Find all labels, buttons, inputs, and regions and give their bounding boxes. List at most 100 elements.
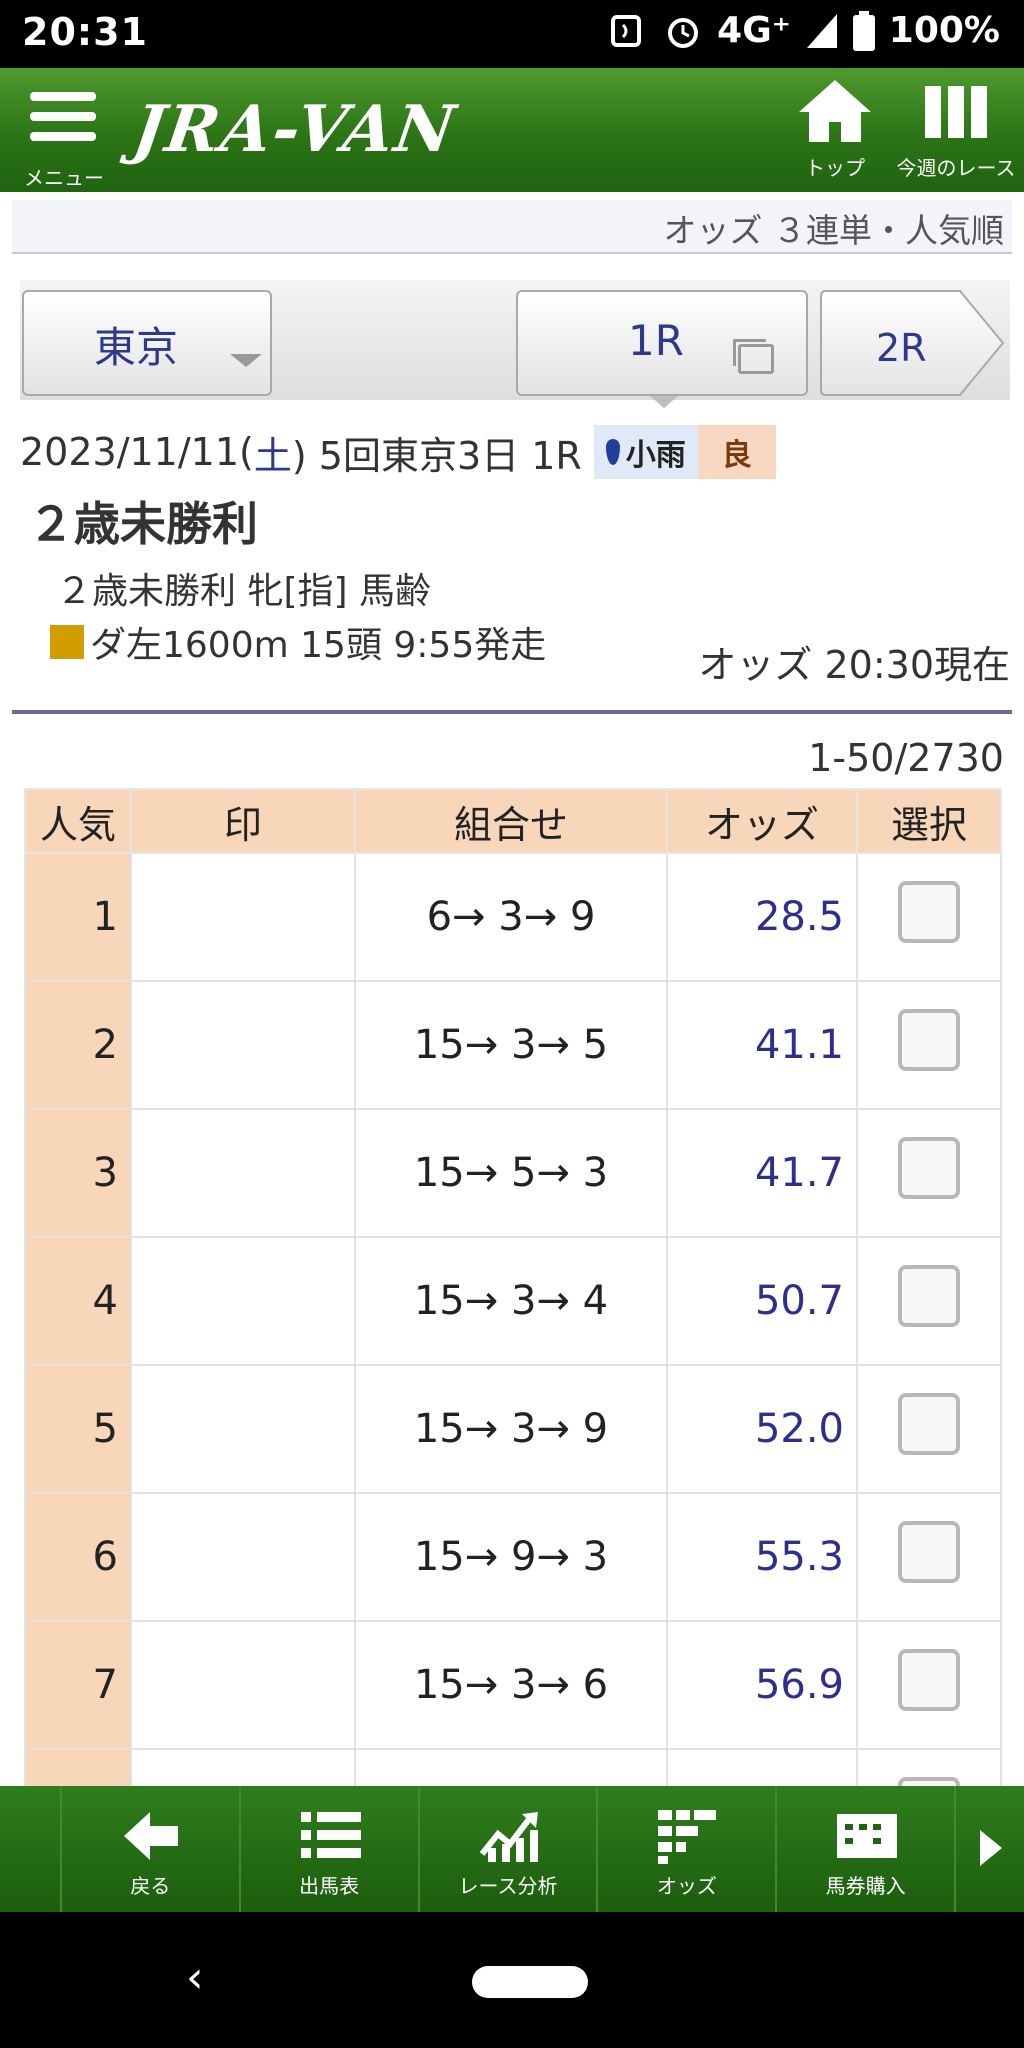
signal-icon — [806, 13, 837, 48]
results-range: 1-50/2730 — [808, 736, 1004, 780]
rank-cell: 4 — [24, 1236, 132, 1366]
mark-cell[interactable] — [130, 852, 356, 982]
mark-cell[interactable] — [130, 1620, 356, 1750]
mark-cell[interactable] — [130, 980, 356, 1110]
mark-cell[interactable] — [130, 1108, 356, 1238]
page-subtitle: オッズ ３連単・人気順 — [663, 211, 1005, 250]
header-combination[interactable]: 組合せ — [354, 788, 668, 854]
race-weekday: 土 — [253, 433, 292, 478]
current-pointer-icon — [650, 396, 678, 408]
grid-icon — [658, 1810, 717, 1864]
nav-back-label: 戻る — [130, 1874, 171, 1898]
surface-color-marker — [50, 625, 84, 659]
header-odds[interactable]: オッズ — [666, 788, 858, 854]
nav-odds[interactable]: オッズ — [598, 1786, 778, 1912]
window-icon — [733, 339, 774, 374]
select-checkbox[interactable] — [898, 1137, 960, 1199]
mark-cell[interactable] — [130, 1364, 356, 1494]
combination-cell: 6→ 3→ 9 — [354, 852, 668, 982]
venue-select[interactable]: 東京 — [22, 290, 272, 396]
current-race-label: 1R — [628, 316, 684, 365]
battery-icon — [852, 10, 875, 51]
table-row[interactable]: 4 15→ 3→ 4 50.7 — [24, 1236, 1002, 1366]
rank-cell: 7 — [24, 1620, 132, 1750]
app-logo[interactable]: JRA-VAN — [129, 92, 461, 167]
table-row[interactable]: 2 15→ 3→ 5 41.1 — [24, 980, 1002, 1110]
mark-cell[interactable] — [130, 1236, 356, 1366]
battery-level: 100% — [888, 10, 1000, 51]
table-row[interactable]: 5 15→ 3→ 9 52.0 — [24, 1364, 1002, 1494]
status-bar: 20:31 4G⁺ 100% — [0, 0, 1024, 68]
select-cell — [856, 1492, 1002, 1622]
rank-cell: 2 — [24, 980, 132, 1110]
odds-cell: 55.3 — [666, 1492, 858, 1622]
race-date: 2023/11/11( — [20, 430, 254, 474]
system-home-pill[interactable] — [472, 1966, 588, 1998]
list-icon — [300, 1812, 361, 1858]
race-title: ２歳未勝利 — [28, 497, 258, 551]
nav-more-button[interactable] — [956, 1786, 1024, 1912]
table-row[interactable]: 3 15→ 5→ 3 41.7 — [24, 1108, 1002, 1238]
odds-cell: 52.0 — [666, 1364, 858, 1494]
select-checkbox[interactable] — [898, 1009, 960, 1071]
select-cell — [856, 1108, 1002, 1238]
network-type: 4G⁺ — [717, 10, 791, 51]
next-race-button[interactable]: 2R — [820, 290, 1005, 396]
race-selector: 東京 1R 2R — [20, 280, 1010, 408]
current-race-button[interactable]: 1R — [516, 290, 808, 408]
chart-icon — [479, 1812, 538, 1862]
menu-button[interactable]: メニュー — [14, 78, 114, 190]
select-checkbox[interactable] — [898, 1521, 960, 1583]
nav-back[interactable]: 戻る — [62, 1786, 241, 1912]
status-icons: 4G⁺ 100% — [609, 10, 1000, 51]
top-button[interactable]: トップ — [790, 78, 880, 181]
select-cell — [856, 1236, 1002, 1366]
table-header-row: 人気 印 組合せ オッズ 選択 — [24, 788, 1002, 854]
rank-cell: 5 — [24, 1364, 132, 1494]
bottom-nav: 戻る 出馬表 レース分析 オッズ 馬券購入 — [0, 1786, 1024, 1912]
system-back-icon[interactable]: ‹ — [186, 1952, 204, 2003]
select-checkbox[interactable] — [898, 1265, 960, 1327]
nav-purchase[interactable]: 馬券購入 — [777, 1786, 957, 1912]
venue-label: 東京 — [94, 323, 179, 372]
race-meta-line: 2023/11/11(土) 5回東京3日 1R 小雨 良 — [20, 424, 1010, 480]
table-row[interactable]: 7 15→ 3→ 6 56.9 — [24, 1620, 1002, 1750]
combination-cell: 15→ 3→ 9 — [354, 1364, 668, 1494]
nav-left-edge — [0, 1786, 62, 1912]
odds-table: 人気 印 組合せ オッズ 選択 1 6→ 3→ 9 28.5 2 15→ 3→ … — [24, 788, 1002, 1878]
rank-cell: 6 — [24, 1492, 132, 1622]
combination-cell: 15→ 9→ 3 — [354, 1492, 668, 1622]
select-cell — [856, 852, 1002, 982]
week-races-button[interactable]: 今週のレース — [894, 78, 1018, 181]
system-nav-bar: ‹ — [0, 1912, 1024, 2048]
race-meeting: ) 5回東京3日 1R — [291, 433, 582, 478]
columns-icon — [925, 86, 987, 138]
race-distance-text: ダ左1600m 15頭 9:55発走 — [90, 625, 547, 666]
section-divider — [12, 710, 1012, 714]
combination-cell: 15→ 5→ 3 — [354, 1108, 668, 1238]
table-row[interactable]: 6 15→ 9→ 3 55.3 — [24, 1492, 1002, 1622]
weather-badge: 小雨 — [593, 425, 698, 479]
select-checkbox[interactable] — [898, 1649, 960, 1711]
combination-cell: 15→ 3→ 6 — [354, 1620, 668, 1750]
select-checkbox[interactable] — [898, 881, 960, 943]
header-mark[interactable]: 印 — [130, 788, 356, 854]
back-arrow-icon — [123, 1812, 178, 1860]
select-checkbox[interactable] — [898, 1393, 960, 1455]
mark-cell[interactable] — [130, 1492, 356, 1622]
odds-cell: 41.1 — [666, 980, 858, 1110]
menu-icon — [30, 92, 96, 152]
chevron-right-icon — [980, 1830, 1003, 1866]
ticket-icon — [837, 1814, 898, 1858]
header-popularity[interactable]: 人気 — [24, 788, 132, 854]
nav-entries[interactable]: 出馬表 — [241, 1786, 420, 1912]
nav-odds-label: オッズ — [656, 1874, 717, 1898]
odds-cell: 56.9 — [666, 1620, 858, 1750]
status-time: 20:31 — [22, 10, 148, 54]
next-race-label: 2R — [876, 326, 927, 370]
odds-cell: 41.7 — [666, 1108, 858, 1238]
table-row[interactable]: 1 6→ 3→ 9 28.5 — [24, 852, 1002, 982]
weather-label: 小雨 — [625, 438, 686, 473]
nav-analysis[interactable]: レース分析 — [420, 1786, 599, 1912]
alarm-icon — [668, 17, 699, 48]
